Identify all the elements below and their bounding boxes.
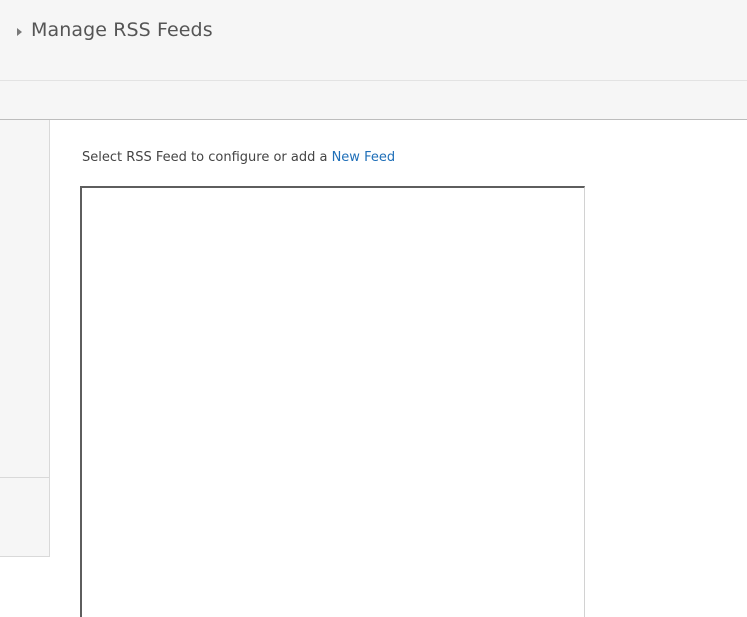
page-title: Manage RSS Feeds: [31, 19, 213, 41]
left-panel: [0, 120, 50, 557]
expand-arrow-icon: [17, 28, 22, 36]
instructions-prefix: Select RSS Feed to configure or add a: [82, 150, 332, 165]
toolbar: [0, 81, 747, 120]
manage-rss-feeds-page: Manage RSS Feeds Select RSS Feed to conf…: [0, 0, 747, 617]
new-feed-link[interactable]: New Feed: [332, 150, 396, 165]
title-bar: Manage RSS Feeds: [0, 0, 747, 81]
instructions-text: Select RSS Feed to configure or add a Ne…: [82, 150, 395, 165]
rss-feed-list[interactable]: [80, 186, 585, 617]
left-panel-divider: [0, 477, 49, 478]
